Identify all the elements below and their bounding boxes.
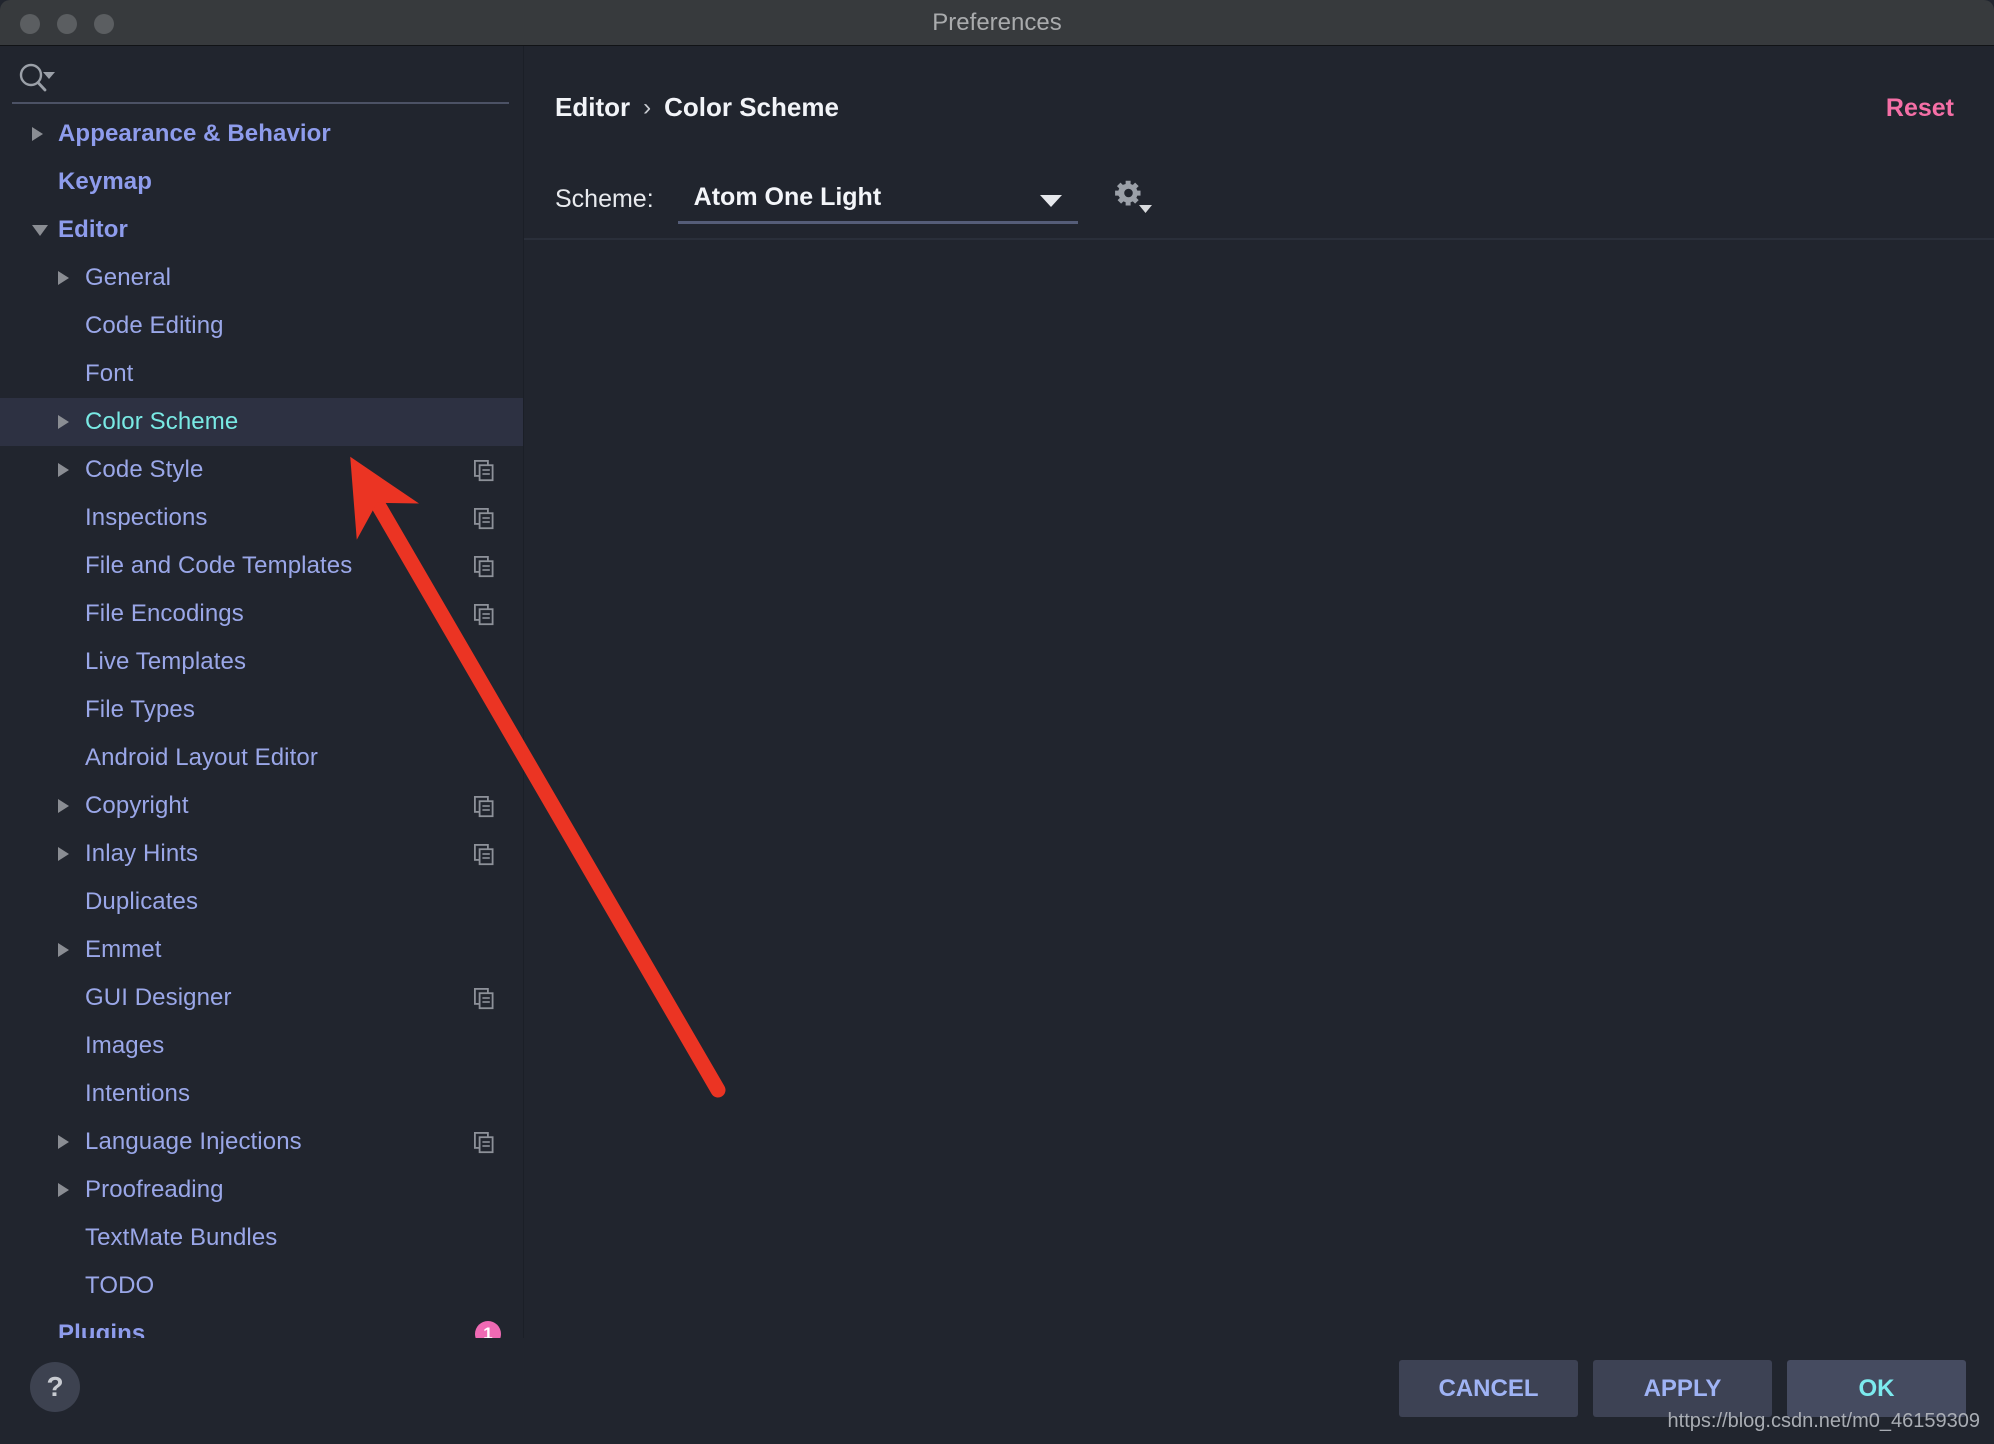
sidebar-item-inlay-hints[interactable]: Inlay Hints bbox=[0, 830, 523, 878]
sidebar-item-label: TODO bbox=[85, 1272, 155, 1299]
panel-separator bbox=[524, 238, 1994, 240]
sidebar-item-label: Keymap bbox=[58, 168, 152, 195]
sidebar-item-label: File Types bbox=[85, 696, 195, 723]
sidebar-item-label: GUI Designer bbox=[85, 984, 232, 1011]
sidebar-item-label: File and Code Templates bbox=[85, 552, 353, 579]
sidebar-item-label: Language Injections bbox=[85, 1128, 302, 1155]
breadcrumb-separator-icon: › bbox=[643, 93, 652, 121]
chevron-right-icon[interactable] bbox=[58, 271, 69, 285]
copy-icon[interactable] bbox=[473, 555, 496, 578]
scheme-label: Scheme: bbox=[555, 184, 654, 213]
footer-buttons: CANCEL APPLY OK bbox=[1399, 1360, 1966, 1417]
chevron-right-icon[interactable] bbox=[58, 1183, 69, 1197]
copy-icon[interactable] bbox=[473, 459, 496, 482]
sidebar-item-emmet[interactable]: Emmet bbox=[0, 926, 523, 974]
chevron-right-icon[interactable] bbox=[58, 463, 69, 477]
apply-button[interactable]: APPLY bbox=[1593, 1360, 1772, 1417]
scheme-dropdown[interactable]: Atom One Light bbox=[677, 174, 1078, 224]
sidebar-item-label: TextMate Bundles bbox=[85, 1224, 278, 1251]
chevron-right-icon[interactable] bbox=[58, 847, 69, 861]
search-underline bbox=[12, 102, 509, 104]
sidebar-item-file-and-code-templates[interactable]: File and Code Templates bbox=[0, 542, 523, 590]
sidebar-item-label: Images bbox=[85, 1032, 165, 1059]
copy-icon[interactable] bbox=[473, 795, 496, 818]
chevron-right-icon[interactable] bbox=[58, 943, 69, 957]
sidebar-item-color-scheme[interactable]: Color Scheme bbox=[0, 398, 523, 446]
copy-icon[interactable] bbox=[473, 1131, 496, 1154]
sidebar-item-label: File Encodings bbox=[85, 600, 244, 627]
help-button[interactable]: ? bbox=[30, 1362, 80, 1412]
sidebar-item-label: Duplicates bbox=[85, 888, 199, 915]
chevron-right-icon[interactable] bbox=[58, 799, 69, 813]
ok-button[interactable]: OK bbox=[1787, 1360, 1966, 1417]
sidebar-item-android-layout-editor[interactable]: Android Layout Editor bbox=[0, 734, 523, 782]
sidebar-item-plugins[interactable]: Plugins 1 bbox=[0, 1310, 523, 1338]
settings-tree: Appearance & Behavior Keymap Editor General… bbox=[0, 110, 523, 1338]
breadcrumb-current: Color Scheme bbox=[664, 92, 839, 122]
sidebar-item-label: Color Scheme bbox=[85, 408, 239, 435]
sidebar-item-language-injections[interactable]: Language Injections bbox=[0, 1118, 523, 1166]
sidebar-item-editor[interactable]: Editor bbox=[0, 206, 523, 254]
sidebar-item-file-encodings[interactable]: File Encodings bbox=[0, 590, 523, 638]
sidebar-item-label: Copyright bbox=[85, 792, 189, 819]
status-badge: 1 bbox=[475, 1321, 501, 1338]
sidebar-item-label: Code Editing bbox=[85, 312, 224, 339]
chevron-right-icon[interactable] bbox=[58, 1135, 69, 1149]
sidebar-item-label: Live Templates bbox=[85, 648, 247, 675]
sidebar-item-label: Emmet bbox=[85, 936, 162, 963]
sidebar-item-label: Plugins bbox=[58, 1320, 146, 1338]
sidebar-item-label: Inlay Hints bbox=[85, 840, 199, 867]
breadcrumb: Editor › Color Scheme bbox=[555, 92, 839, 123]
sidebar-item-live-templates[interactable]: Live Templates bbox=[0, 638, 523, 686]
watermark-text: https://blog.csdn.net/m0_46159309 bbox=[1667, 1410, 1980, 1432]
sidebar-item-code-style[interactable]: Code Style bbox=[0, 446, 523, 494]
chevron-down-icon[interactable] bbox=[32, 224, 48, 236]
sidebar-item-label: Font bbox=[85, 360, 134, 387]
sidebar-item-file-types[interactable]: File Types bbox=[0, 686, 523, 734]
breadcrumb-parent[interactable]: Editor bbox=[555, 92, 630, 123]
sidebar-item-label: General bbox=[85, 264, 172, 291]
copy-icon[interactable] bbox=[473, 987, 496, 1010]
sidebar-item-keymap[interactable]: Keymap bbox=[0, 158, 523, 206]
chevron-right-icon[interactable] bbox=[58, 415, 69, 429]
window-titlebar: Preferences bbox=[0, 0, 1994, 46]
sidebar-item-todo[interactable]: TODO bbox=[0, 1262, 523, 1310]
scheme-selected-value: Atom One Light bbox=[693, 183, 882, 211]
gear-icon[interactable] bbox=[1112, 177, 1156, 221]
cancel-button[interactable]: CANCEL bbox=[1399, 1360, 1578, 1417]
sidebar-item-label: Inspections bbox=[85, 504, 208, 531]
copy-icon[interactable] bbox=[473, 603, 496, 626]
sidebar-item-label: Android Layout Editor bbox=[85, 744, 318, 771]
sidebar-item-copyright[interactable]: Copyright bbox=[0, 782, 523, 830]
preferences-window: Preferences Appearance & Behavior Keymap E… bbox=[0, 0, 1994, 1444]
sidebar-item-images[interactable]: Images bbox=[0, 1022, 523, 1070]
copy-icon[interactable] bbox=[473, 843, 496, 866]
window-title: Preferences bbox=[932, 9, 1062, 36]
sidebar-item-gui-designer[interactable]: GUI Designer bbox=[0, 974, 523, 1022]
sidebar-item-font[interactable]: Font bbox=[0, 350, 523, 398]
sidebar-item-label: Editor bbox=[58, 216, 128, 243]
chevron-right-icon[interactable] bbox=[32, 127, 43, 141]
sidebar-item-label: Proofreading bbox=[85, 1176, 224, 1203]
dialog-footer: ? CANCEL APPLY OK https://blog.csdn.net/m0… bbox=[0, 1338, 1994, 1444]
sidebar-item-inspections[interactable]: Inspections bbox=[0, 494, 523, 542]
settings-sidebar: Appearance & Behavior Keymap Editor General… bbox=[0, 46, 523, 1338]
sidebar-item-textmate-bundles[interactable]: TextMate Bundles bbox=[0, 1214, 523, 1262]
chevron-down-icon[interactable] bbox=[1039, 195, 1062, 207]
sidebar-item-label: Appearance & Behavior bbox=[58, 120, 331, 147]
sidebar-item-general[interactable]: General bbox=[0, 254, 523, 302]
sidebar-item-appearance-behavior[interactable]: Appearance & Behavior bbox=[0, 110, 523, 158]
settings-detail-panel: Editor › Color Scheme Reset Scheme: Atom… bbox=[524, 46, 1994, 1338]
reset-link[interactable]: Reset bbox=[1886, 94, 1954, 123]
copy-icon[interactable] bbox=[473, 507, 496, 530]
search-field[interactable] bbox=[0, 46, 523, 110]
scheme-row: Scheme: Atom One Light bbox=[555, 174, 1156, 224]
sidebar-item-duplicates[interactable]: Duplicates bbox=[0, 878, 523, 926]
sidebar-item-proofreading[interactable]: Proofreading bbox=[0, 1166, 523, 1214]
sidebar-item-label: Intentions bbox=[85, 1080, 191, 1107]
sidebar-item-label: Code Style bbox=[85, 456, 204, 483]
sidebar-item-code-editing[interactable]: Code Editing bbox=[0, 302, 523, 350]
sidebar-item-intentions[interactable]: Intentions bbox=[0, 1070, 523, 1118]
search-icon[interactable] bbox=[17, 62, 57, 94]
